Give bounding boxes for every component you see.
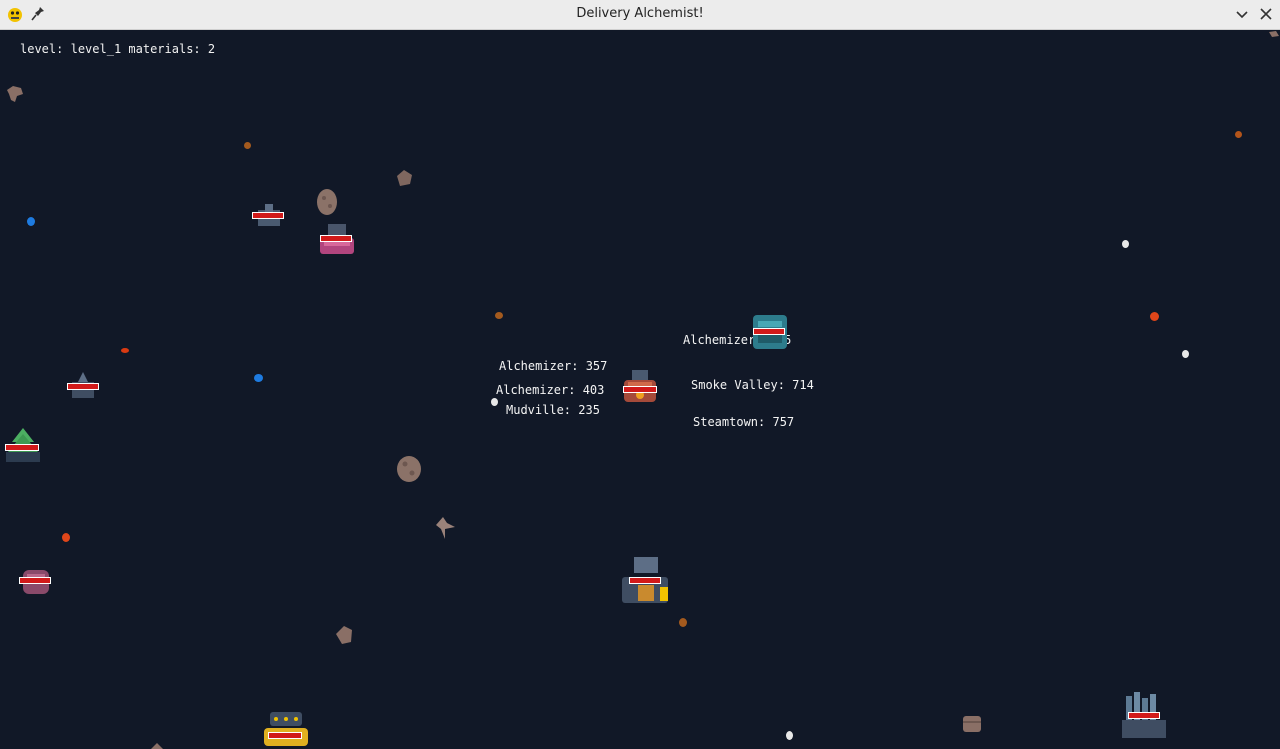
material-pickup[interactable] <box>27 217 35 226</box>
material-pickup[interactable] <box>786 731 793 740</box>
hud-level-label: level: <box>20 42 64 56</box>
hud-level-value: level_1 <box>70 42 122 56</box>
alchemizer-label: Alchemizer: 403 <box>496 383 605 397</box>
material-pickup[interactable] <box>495 312 503 319</box>
window-title: Delivery Alchemist! <box>576 6 704 21</box>
game-canvas[interactable]: level: level_1 materials: 2 Alchemizer: … <box>0 30 1280 749</box>
asteroid-icon <box>151 743 163 749</box>
health-bar <box>5 444 39 451</box>
material-pickup[interactable] <box>491 398 498 406</box>
health-bar <box>252 212 284 219</box>
material-pickup[interactable] <box>1122 240 1129 248</box>
material-pickup[interactable] <box>1235 131 1242 138</box>
asteroid-icon <box>397 170 412 186</box>
material-pickup[interactable] <box>121 348 129 353</box>
health-bar <box>19 577 51 584</box>
hud-materials-label: materials: <box>128 42 201 56</box>
material-pickup[interactable] <box>679 618 687 627</box>
material-pickup[interactable] <box>1182 350 1189 358</box>
alchemizer-label: Alchemizer: 357 <box>499 359 608 373</box>
hud-status: level: level_1 materials: 2 <box>20 42 215 56</box>
minimize-chevron-icon[interactable] <box>1234 6 1250 22</box>
health-bar <box>320 235 352 242</box>
barrel-icon <box>963 716 981 732</box>
mudville-label: Mudville: 235 <box>506 403 600 417</box>
health-bar <box>67 383 99 390</box>
town-building-icon[interactable] <box>262 710 310 749</box>
hud-materials-value: 2 <box>207 42 216 56</box>
health-bar <box>268 732 302 739</box>
health-bar <box>753 328 785 335</box>
health-bar <box>1128 712 1160 719</box>
material-pickup[interactable] <box>1150 312 1159 321</box>
close-icon[interactable] <box>1258 6 1274 22</box>
smoke-valley-label: Smoke Valley: 714 <box>691 378 814 392</box>
asteroid-icon <box>1269 31 1279 37</box>
asteroid-icon <box>397 456 421 482</box>
health-bar <box>629 577 661 584</box>
window-titlebar: Delivery Alchemist! <box>0 0 1280 30</box>
material-pickup[interactable] <box>244 142 251 149</box>
asteroid-icon <box>7 86 23 102</box>
asteroid-icon <box>317 189 337 215</box>
material-pickup[interactable] <box>62 533 70 542</box>
material-pickup[interactable] <box>254 374 263 382</box>
steamtown-label: Steamtown: 757 <box>693 415 795 429</box>
asteroid-icon <box>336 626 352 644</box>
asteroid-icon <box>436 517 455 539</box>
health-bar <box>623 386 657 393</box>
